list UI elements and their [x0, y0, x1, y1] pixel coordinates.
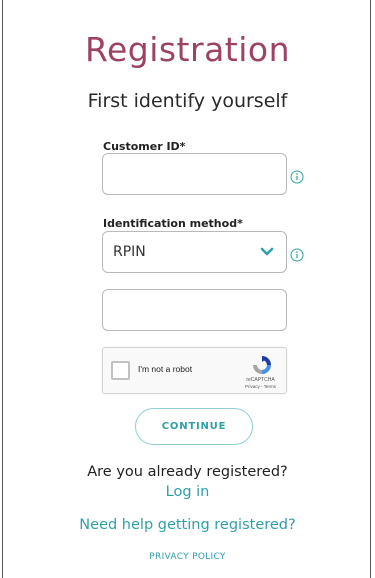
help-link[interactable]: Need help getting registered? — [0, 517, 375, 533]
continue-button[interactable]: CONTINUE — [135, 408, 253, 445]
customer-id-info-icon[interactable] — [290, 170, 304, 184]
identification-method-select[interactable]: RPIN — [102, 231, 287, 273]
recaptcha-links[interactable]: Privacy - Terms — [233, 384, 288, 389]
identification-method-value: RPIN — [113, 244, 146, 260]
customer-id-input[interactable] — [102, 153, 287, 195]
privacy-policy-link[interactable]: PRIVACY POLICY — [0, 552, 375, 562]
already-registered-text: Are you already registered? — [87, 464, 288, 480]
customer-id-label: Customer ID* — [103, 140, 186, 153]
identification-method-label: Identification method* — [103, 217, 243, 230]
login-link[interactable]: Log in — [0, 484, 375, 500]
page-subtitle: First identify yourself — [87, 90, 288, 112]
identification-method-info-icon[interactable] — [290, 248, 304, 262]
recaptcha-brand: reCAPTCHA — [246, 377, 275, 383]
recaptcha-logo-icon — [253, 356, 271, 374]
recaptcha-widget: I'm not a robot reCAPTCHA Privacy - Term… — [102, 347, 287, 394]
page-title: Registration — [85, 30, 290, 69]
identification-value-input[interactable] — [102, 289, 287, 331]
chevron-down-icon — [260, 247, 274, 256]
recaptcha-checkbox[interactable] — [111, 361, 130, 380]
recaptcha-label: I'm not a robot — [138, 364, 193, 374]
